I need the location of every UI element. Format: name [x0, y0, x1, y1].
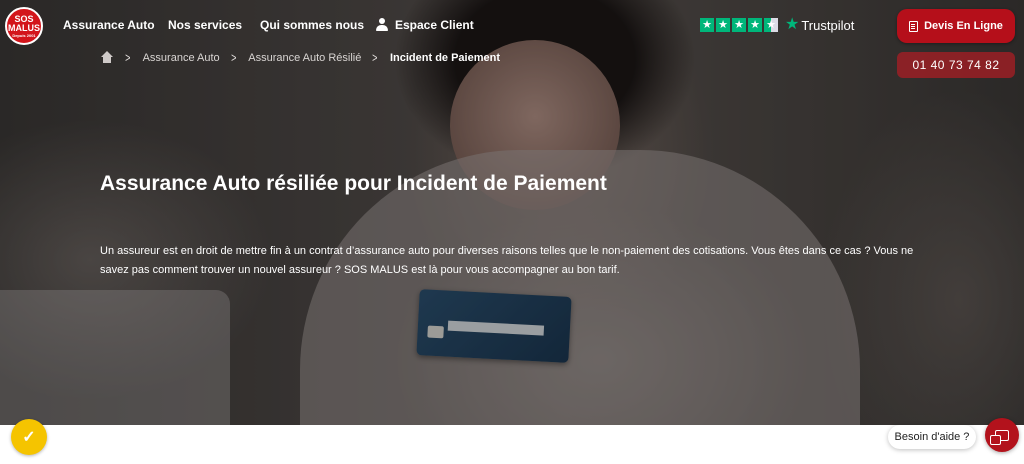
chevron-right-icon: >: [372, 50, 378, 65]
nav-espace-client[interactable]: Espace Client: [376, 18, 474, 32]
breadcrumb: > Assurance Auto > Assurance Auto Résili…: [100, 50, 510, 65]
trustpilot-logo[interactable]: ★ Trustpilot: [785, 17, 854, 33]
breadcrumb-assurance-auto[interactable]: Assurance Auto: [143, 52, 220, 64]
chevron-right-icon: >: [230, 50, 237, 65]
nav-espace-client-label: Espace Client: [395, 18, 474, 32]
nav-nos-services[interactable]: Nos services: [168, 18, 242, 32]
page-title: Assurance Auto résiliée pour Incident de…: [100, 172, 607, 195]
help-bubble[interactable]: Besoin d'aide ?: [888, 425, 976, 449]
star-icon: ★: [748, 18, 762, 32]
trustpilot-rating[interactable]: ★ ★ ★ ★ ★: [700, 18, 778, 32]
breadcrumb-current: Incident de Paiement: [389, 51, 500, 64]
half-star-icon: ★: [764, 18, 778, 32]
chevron-right-icon: >: [125, 50, 131, 65]
checkmark-badge-icon[interactable]: ✓: [11, 419, 47, 455]
star-icon: ★: [716, 18, 730, 32]
devis-en-ligne-button[interactable]: Devis En Ligne: [897, 9, 1015, 43]
chat-icon: [990, 429, 1009, 445]
nav-assurance-auto[interactable]: Assurance Auto: [63, 18, 155, 32]
breadcrumb-assurance-auto-resilie[interactable]: Assurance Auto Résilié: [248, 52, 361, 64]
devis-en-ligne-label: Devis En Ligne: [924, 20, 1003, 32]
user-icon: [376, 18, 388, 32]
content-area: [0, 425, 1024, 464]
trustpilot-star-icon: ★: [785, 16, 800, 33]
hero-description: Un assureur est en droit de mettre fin à…: [100, 245, 914, 276]
star-icon: ★: [732, 18, 746, 32]
sos-malus-logo[interactable]: SOS MALUS Depuis 2001: [5, 7, 43, 45]
document-icon: [909, 20, 919, 32]
home-icon[interactable]: [100, 51, 114, 64]
star-icon: ★: [700, 18, 714, 32]
nav-qui-sommes-nous[interactable]: Qui sommes nous: [260, 18, 364, 32]
chat-button[interactable]: [985, 418, 1019, 452]
trustpilot-label: Trustpilot: [801, 17, 855, 33]
phone-button[interactable]: 01 40 73 74 82: [897, 52, 1015, 78]
